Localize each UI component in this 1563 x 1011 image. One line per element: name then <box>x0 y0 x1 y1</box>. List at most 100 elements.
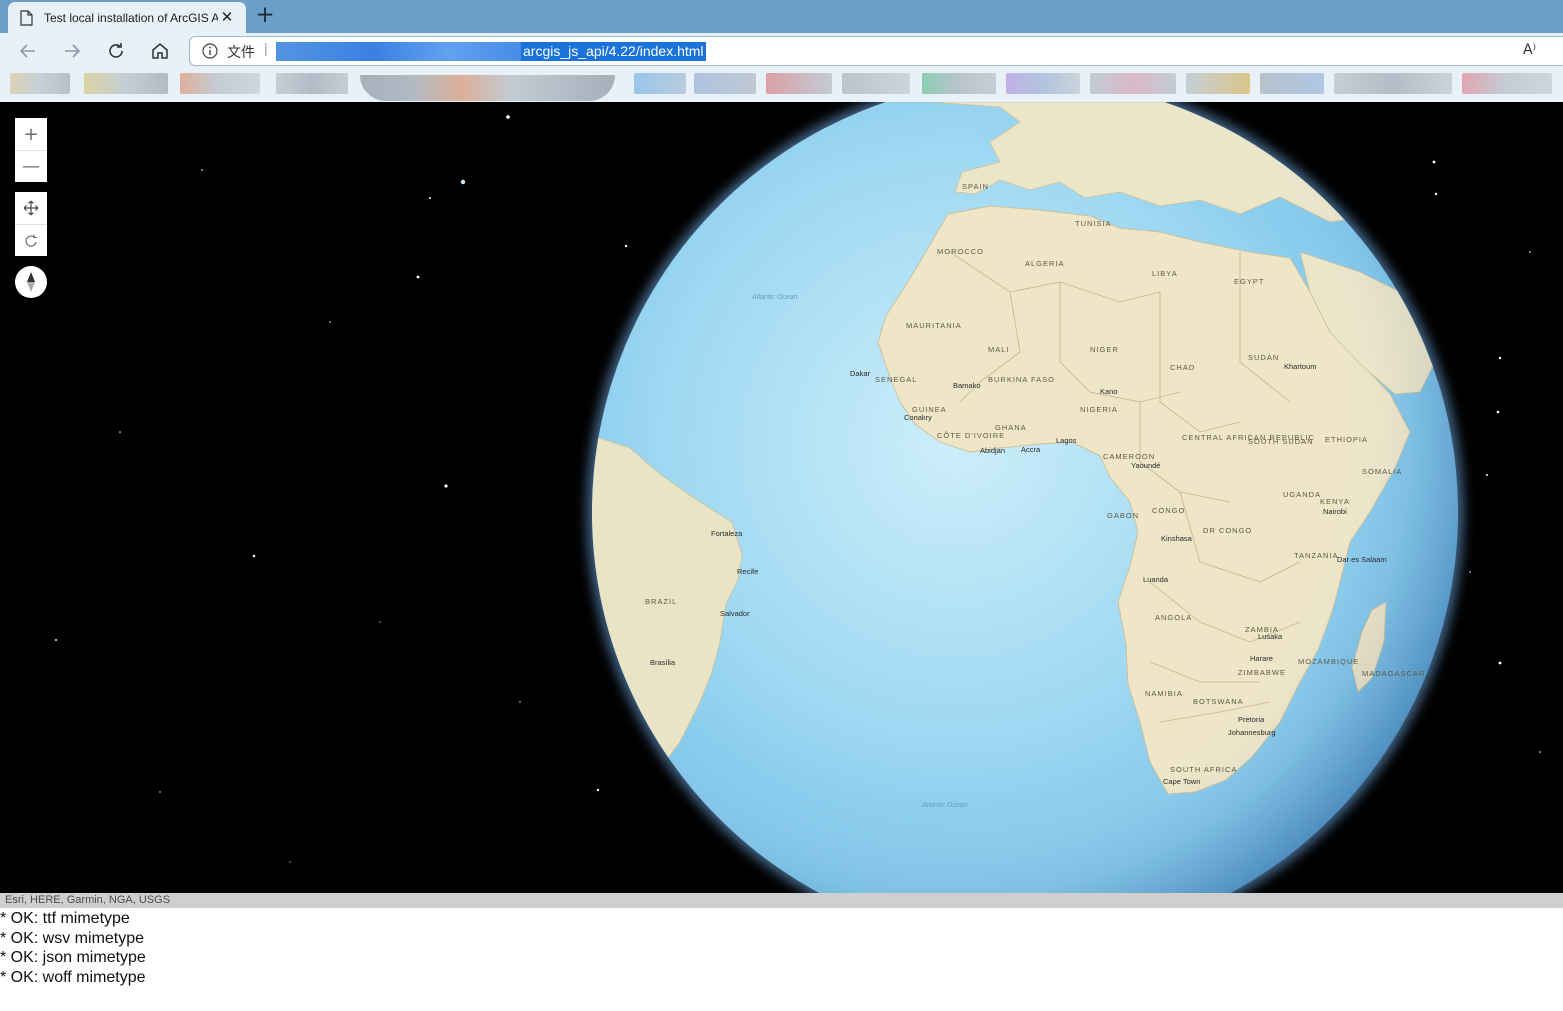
bookmark-item[interactable] <box>84 73 168 94</box>
city-label: Dakar <box>850 369 871 378</box>
tab-active[interactable]: Test local installation of ArcGIS A ✕ <box>8 2 246 33</box>
map-label: TANZANIA <box>1294 551 1339 560</box>
bookmark-item[interactable] <box>1090 73 1176 94</box>
home-icon <box>152 43 168 59</box>
city-label: Nairobi <box>1323 507 1347 516</box>
map-label: MOZAMBIQUE <box>1298 657 1359 666</box>
city-label: Salvador <box>720 609 750 618</box>
map-label: CÔTE D'IVOIRE <box>937 431 1005 440</box>
close-icon[interactable]: ✕ <box>218 9 236 27</box>
map-label: NIGERIA <box>1080 405 1118 414</box>
bookmark-item[interactable] <box>634 73 686 94</box>
map-label: BRAZIL <box>645 597 677 606</box>
bookmark-item[interactable] <box>922 73 996 94</box>
browser-toolbar: 文件 | arcgis_js_api/4.22/index.html A⁾ <box>0 33 1563 69</box>
scene-view[interactable]: ALGERIA LIBYA EGYPT MOROCCO SPAIN TUNISI… <box>0 102 1563 893</box>
city-label: Yaoundé <box>1131 461 1160 470</box>
map-label: ANGOLA <box>1155 613 1192 622</box>
map-label: MAURITANIA <box>906 321 962 330</box>
compass-icon <box>27 272 35 292</box>
map-label: SOMALIA <box>1362 467 1402 476</box>
rotate-icon <box>25 234 37 247</box>
city-label: Kano <box>1100 387 1118 396</box>
map-label: ALGERIA <box>1025 259 1065 268</box>
rotate-button[interactable] <box>15 224 47 256</box>
city-label: Fortaleza <box>711 529 743 538</box>
map-label: CONGO <box>1152 506 1185 515</box>
map-label: MADAGASCAR <box>1362 669 1425 678</box>
globe[interactable]: ALGERIA LIBYA EGYPT MOROCCO SPAIN TUNISI… <box>0 102 1563 893</box>
new-tab-button[interactable]: + <box>253 4 277 28</box>
map-label: SOUTH AFRICA <box>1170 765 1237 774</box>
log-line: * OK: wsv mimetype <box>0 929 145 947</box>
address-redacted-segment <box>276 42 521 61</box>
forward-button[interactable] <box>58 37 86 65</box>
map-label: UGANDA <box>1283 490 1321 499</box>
map-label: TUNISIA <box>1075 219 1112 228</box>
city-label: Dar es Salaam <box>1337 555 1387 564</box>
navigation-toggle <box>15 192 47 256</box>
map-label: NIGER <box>1090 345 1119 354</box>
back-arrow-icon <box>19 44 35 58</box>
bookmark-item[interactable] <box>360 75 615 101</box>
city-label: Bamako <box>953 381 981 390</box>
zoom-in-button[interactable]: + <box>15 118 47 150</box>
map-label: MALI <box>988 345 1010 354</box>
zoom-widget: + — <box>15 118 47 182</box>
city-label: Lagos <box>1056 436 1077 445</box>
address-url-text[interactable]: arcgis_js_api/4.22/index.html <box>521 42 706 61</box>
map-label: BOTSWANA <box>1193 697 1244 706</box>
map-label: CAMEROON <box>1103 452 1155 461</box>
city-label: Johannesburg <box>1228 728 1276 737</box>
bookmark-item[interactable] <box>842 73 910 94</box>
reload-button[interactable] <box>102 37 130 65</box>
address-bar[interactable]: 文件 | arcgis_js_api/4.22/index.html A⁾ <box>189 36 1563 66</box>
map-label: GABON <box>1107 511 1139 520</box>
bookmark-item[interactable] <box>1006 73 1080 94</box>
log-line: * OK: ttf mimetype <box>0 910 130 927</box>
city-label: Abidjan <box>980 446 1005 455</box>
forward-arrow-icon <box>65 44 81 58</box>
city-label: Harare <box>1250 654 1273 663</box>
bookmark-item[interactable] <box>766 73 832 94</box>
zoom-out-button[interactable]: — <box>15 150 47 182</box>
bookmark-item[interactable] <box>10 73 70 94</box>
bookmark-item[interactable] <box>694 73 756 94</box>
bookmark-item[interactable] <box>1186 73 1250 94</box>
browser-chrome: Test local installation of ArcGIS A ✕ + <box>0 0 1563 102</box>
ocean-label: Atlantic Ocean <box>921 802 968 809</box>
compass-button[interactable] <box>15 266 47 298</box>
city-label: Conakry <box>904 413 932 422</box>
map-label: DR CONGO <box>1203 526 1252 535</box>
map-label: SOUTH SUDAN <box>1248 437 1314 446</box>
map-label: EGYPT <box>1234 277 1264 286</box>
info-icon[interactable] <box>202 43 218 59</box>
mimetype-log: * OK: ttf mimetype * OK: wsv mimetype * … <box>0 909 600 987</box>
map-label: CHAD <box>1170 363 1195 372</box>
city-label: Recife <box>737 567 758 576</box>
page-icon <box>20 9 33 26</box>
bookmark-item[interactable] <box>1334 73 1452 94</box>
map-label: MOROCCO <box>937 247 984 256</box>
bookmark-item[interactable] <box>180 73 260 94</box>
map-label: LIBYA <box>1152 269 1178 278</box>
bookmark-item[interactable] <box>276 73 348 94</box>
map-label: BURKINA FASO <box>988 375 1055 384</box>
map-label: SENEGAL <box>875 375 917 384</box>
bookmark-item[interactable] <box>1462 73 1552 94</box>
map-label: ETHIOPIA <box>1325 435 1368 444</box>
back-button[interactable] <box>14 37 42 65</box>
reload-icon <box>109 43 123 58</box>
city-label: Accra <box>1021 445 1041 454</box>
home-button[interactable] <box>146 37 174 65</box>
city-label: Pretoria <box>1238 715 1265 724</box>
pan-button[interactable] <box>15 192 47 224</box>
city-label: Luanda <box>1143 575 1169 584</box>
map-attribution[interactable]: Esri, HERE, Garmin, NGA, USGS <box>0 893 1563 908</box>
city-label: Lusaka <box>1258 632 1283 641</box>
read-aloud-icon[interactable]: A⁾ <box>1523 42 1536 58</box>
city-label: Brasília <box>650 658 676 667</box>
address-separator: | <box>264 40 268 56</box>
map-label: SUDAN <box>1248 353 1279 362</box>
bookmark-item[interactable] <box>1260 73 1324 94</box>
